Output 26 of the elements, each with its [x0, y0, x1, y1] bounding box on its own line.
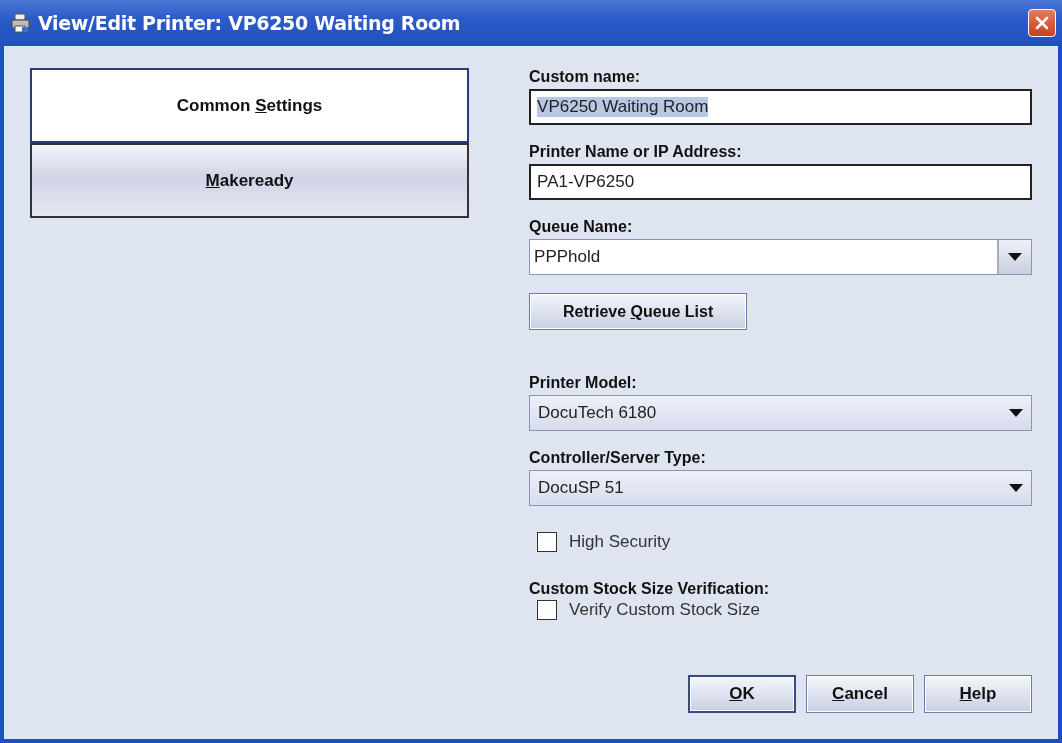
field-label: Printer Name or IP Address: — [529, 143, 743, 161]
dialog-button[interactable]: Help — [924, 675, 1032, 713]
dialog-button[interactable]: Cancel — [806, 675, 914, 713]
text-field[interactable]: PA1-VP6250 — [529, 164, 1032, 200]
field-label: Custom name: — [529, 68, 642, 86]
checkbox-label[interactable]: High Security — [569, 532, 671, 552]
checkbox[interactable] — [537, 600, 558, 620]
window-title: View/Edit Printer: VP6250 Waiting Room — [38, 12, 462, 34]
text-field[interactable]: VP6250 Waiting Room — [529, 89, 1032, 125]
section-heading: Custom Stock Size Verification: — [529, 580, 770, 597]
nav-tab[interactable]: Makeready — [30, 143, 470, 218]
nav-tab[interactable]: Common Settings — [30, 68, 470, 143]
field-label: Printer Model: — [529, 374, 638, 392]
checkbox[interactable] — [537, 532, 558, 552]
close-button[interactable] — [1028, 9, 1056, 37]
dropdown[interactable]: DocuTech 6180 — [529, 395, 1032, 431]
checkbox-label[interactable]: Verify Custom Stock Size — [569, 600, 760, 620]
retrieve-button[interactable]: Retrieve Queue List — [529, 293, 748, 330]
dropdown[interactable]: DocuSP 51 — [529, 470, 1032, 506]
field-label: Controller/Server Type: — [529, 449, 707, 467]
field-label: Queue Name: — [529, 218, 634, 236]
caret-icon — [1009, 484, 1023, 492]
dialog-button[interactable]: OK — [688, 675, 796, 713]
close-icon — [1034, 15, 1050, 31]
printer-icon — [10, 12, 32, 34]
caret-icon — [1009, 409, 1023, 417]
